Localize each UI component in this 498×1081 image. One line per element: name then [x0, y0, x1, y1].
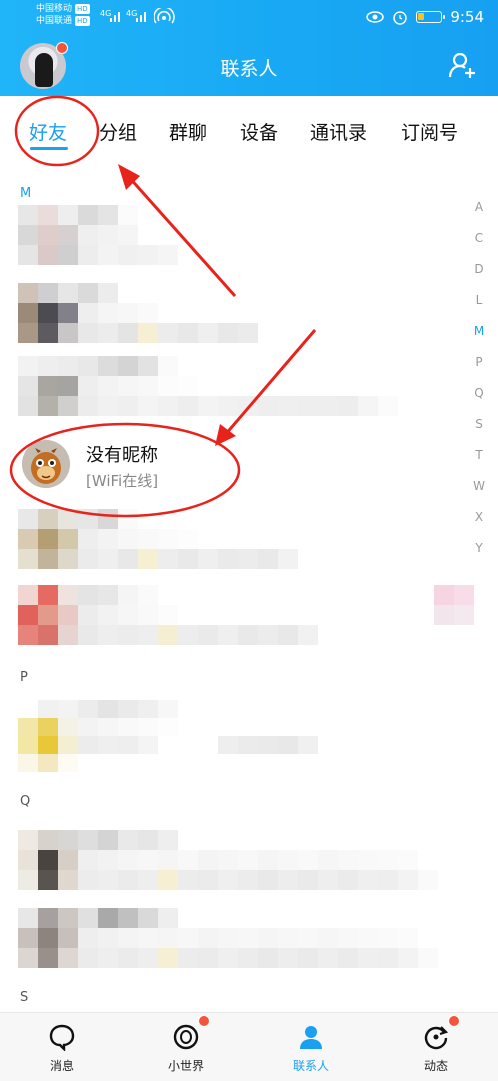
- nav-moments[interactable]: 动态: [396, 1013, 476, 1081]
- status-time: 9:54: [450, 8, 484, 26]
- tab-subscriptions[interactable]: 订阅号: [401, 118, 458, 145]
- nav-small-world[interactable]: 小世界: [146, 1013, 226, 1081]
- index-letter[interactable]: T: [472, 448, 486, 462]
- index-letter-active[interactable]: M: [472, 324, 486, 338]
- nav-messages[interactable]: 消息: [22, 1013, 102, 1081]
- blurred-contact-row[interactable]: [18, 283, 278, 343]
- friend-online-status: [WiFi在线]: [86, 472, 159, 490]
- signal-bars-icon: [110, 12, 120, 22]
- carrier-1: 中国移动 HD: [36, 4, 90, 14]
- index-letter[interactable]: Y: [472, 541, 486, 555]
- index-letter[interactable]: S: [472, 417, 486, 431]
- nav-badge: [198, 1015, 210, 1027]
- nav-contacts[interactable]: 联系人: [271, 1013, 351, 1081]
- blurred-contact-row[interactable]: [18, 908, 438, 968]
- blurred-contact-row[interactable]: [18, 356, 398, 416]
- battery-icon: [416, 11, 446, 23]
- index-letter[interactable]: A: [472, 200, 486, 214]
- nav-label: 联系人: [292, 1059, 329, 1073]
- friend-avatar: [22, 440, 70, 488]
- nav-label: 动态: [423, 1059, 448, 1073]
- index-letter[interactable]: W: [472, 479, 486, 493]
- carrier-2: 中国联通 HD: [36, 16, 90, 26]
- section-header-m: M: [20, 186, 32, 201]
- blurred-contact-row[interactable]: [18, 509, 298, 569]
- blurred-contact-row[interactable]: [18, 205, 178, 265]
- friend-name: 没有昵称: [86, 445, 158, 466]
- tiger-icon: [22, 440, 70, 488]
- alarm-icon: [393, 11, 408, 25]
- tab-devices[interactable]: 设备: [240, 118, 278, 145]
- small-world-icon: [173, 1024, 199, 1050]
- index-letter[interactable]: Q: [472, 386, 486, 400]
- tab-groups[interactable]: 分组: [99, 118, 137, 145]
- signal-bars-icon: [136, 12, 146, 22]
- blurred-tag: [434, 585, 474, 625]
- tab-indicator: [30, 147, 68, 150]
- section-header-s: S: [20, 990, 29, 1005]
- index-letter[interactable]: D: [472, 262, 486, 276]
- moments-icon: [424, 1026, 449, 1050]
- tab-group-chats[interactable]: 群聊: [169, 118, 207, 145]
- hotspot-icon: [154, 8, 175, 24]
- blurred-contact-row[interactable]: [18, 700, 328, 780]
- index-letter[interactable]: C: [472, 231, 486, 245]
- index-letter[interactable]: P: [472, 355, 486, 369]
- nav-label: 小世界: [167, 1059, 204, 1073]
- page-title: 联系人: [220, 58, 278, 80]
- add-friend-icon[interactable]: [448, 50, 478, 80]
- index-letter[interactable]: L: [472, 293, 486, 307]
- blurred-contact-row[interactable]: [18, 585, 318, 645]
- top-header: 中国移动 HD 中国联通 HD 4G 4G 9:54 联系人: [0, 0, 498, 96]
- nav-label: 消息: [49, 1059, 74, 1073]
- bottom-navigation: 消息 小世界 联系人 动态: [0, 1012, 498, 1081]
- tab-friends[interactable]: 好友: [29, 118, 67, 145]
- tab-address-book[interactable]: 通讯录: [310, 118, 367, 145]
- eye-icon: [366, 11, 385, 23]
- contact-tabs: 好友 分组 群聊 设备 通讯录 订阅号: [0, 110, 498, 154]
- index-letter[interactable]: X: [472, 510, 486, 524]
- avatar-badge: [56, 42, 68, 54]
- nav-badge: [448, 1015, 460, 1027]
- contacts-icon: [300, 1026, 322, 1049]
- blurred-contact-row[interactable]: [18, 830, 438, 890]
- section-header-p: P: [20, 670, 28, 685]
- section-header-q: Q: [20, 794, 31, 809]
- message-icon: [49, 1024, 75, 1051]
